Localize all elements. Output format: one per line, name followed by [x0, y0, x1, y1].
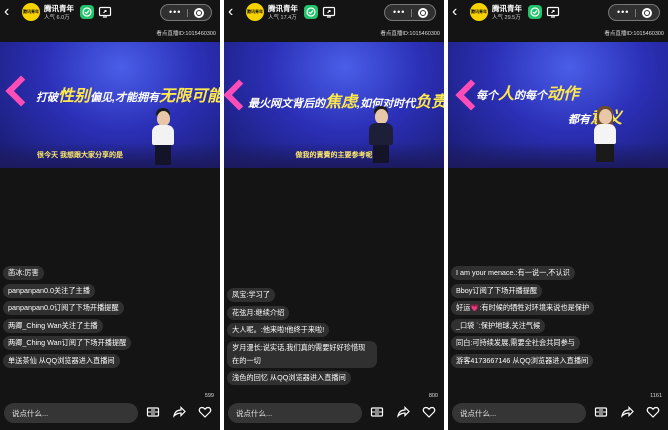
popularity-count: 人气 29.5万 [492, 15, 521, 21]
more-dots-icon[interactable]: ••• [393, 7, 405, 17]
target-close-icon[interactable] [194, 8, 204, 18]
capsule-menu: ••• [160, 4, 212, 21]
share-arrow-icon[interactable] [172, 405, 186, 419]
video-slogan-line2: 都有意义 [568, 110, 622, 127]
live-video[interactable]: 每个人的每个动作 都有意义 [448, 42, 668, 168]
chat-message[interactable]: 两卿_Ching Wan关注了主播 [3, 318, 103, 333]
video-subtitle: 做我的責費的主要参考呢 [295, 152, 373, 159]
chat-message[interactable]: 游客4173667146 从QQ浏览器进入直播间 [451, 353, 594, 368]
chat-message[interactable]: 菡冰:厉害 [3, 266, 44, 280]
capsule-menu: ••• [608, 4, 660, 21]
bottom-bar: 说点什么... [224, 400, 444, 426]
live-panel-1: ‹ 腾讯青年 腾讯青年 人气 6.0万 ••• 看点直播ID:101546030… [0, 0, 220, 430]
chat-message[interactable]: 岁月漫长:说实话,我们真的需要好好珍惜现在的一切 [227, 340, 377, 368]
popularity-count: 人气 17.4万 [268, 15, 297, 21]
coupon-icon[interactable] [594, 405, 608, 419]
stage-floor [448, 142, 668, 168]
back-arrow-icon[interactable]: ‹ [4, 4, 18, 20]
top-bar: ‹ 腾讯青年 腾讯青年 人气 6.0万 ••• [0, 0, 220, 26]
target-close-icon[interactable] [418, 8, 428, 18]
bottom-bar: 说点什么... [0, 400, 220, 426]
avatar[interactable]: 腾讯青年 [246, 3, 264, 21]
screen-share-button[interactable] [322, 5, 336, 19]
more-dots-icon[interactable]: ••• [617, 7, 629, 17]
like-count: 800 [428, 393, 438, 399]
share-arrow-icon[interactable] [396, 405, 410, 419]
top-bar: ‹ 腾讯青年 腾讯青年 人气 29.5万 ••• [448, 0, 668, 26]
live-video[interactable]: 打破性别偏见,才能拥有无限可能 很今天 我想跟大家分享的是 [0, 42, 220, 168]
capsule-menu: ••• [384, 4, 436, 21]
chat-message[interactable]: I am your menace.:有一说一,不认识 [451, 266, 575, 280]
capsule-divider [635, 9, 636, 17]
brand-mark [5, 75, 37, 107]
coupon-icon[interactable] [146, 405, 160, 419]
chat-message[interactable]: 浅色的回忆 从QQ浏览器进入直播间 [227, 371, 351, 385]
chat-list: I am your menace.:有一说一,不认识 Bboy订阅了下场开播提醒… [451, 266, 665, 371]
chat-message[interactable]: 单送茶仙 从QQ浏览器进入直播间 [3, 353, 120, 368]
follow-check-icon [306, 7, 316, 17]
heart-icon[interactable] [646, 405, 660, 419]
heart-icon[interactable] [198, 405, 212, 419]
chat-message[interactable]: 同白:可持续发展,需要全社会共同参与 [451, 336, 580, 350]
coupon-icon[interactable] [370, 405, 384, 419]
like-count: 1161 [650, 393, 662, 399]
back-arrow-icon[interactable]: ‹ [228, 4, 242, 20]
follow-check-icon [82, 7, 92, 17]
follow-button[interactable] [304, 5, 318, 19]
like-count: 599 [204, 393, 214, 399]
avatar[interactable]: 腾讯青年 [22, 3, 40, 21]
more-dots-icon[interactable]: ••• [169, 7, 181, 17]
back-arrow-icon[interactable]: ‹ [452, 4, 466, 20]
video-slogan: 打破性别偏见,才能拥有无限可能 [36, 88, 220, 105]
top-bar: ‹ 腾讯青年 腾讯青年 人气 17.4万 ••• [224, 0, 444, 26]
screen-share-button[interactable] [98, 5, 112, 19]
live-video[interactable]: 最火网文背后的焦虑,如何对时代负责 做我的責費的主要参考呢 [224, 42, 444, 168]
chat-message[interactable]: 凤宝:学习了 [227, 288, 275, 302]
chat-list: 凤宝:学习了 花弦月:继续介绍 大人呢。:他来啦!他终于来啦! 岁月漫长:说实话… [227, 288, 441, 389]
chat-message[interactable]: 花弦月:继续介绍 [227, 305, 290, 320]
room-id: 看点直播ID:1015460300 [604, 31, 664, 37]
comment-input[interactable]: 说点什么... [4, 403, 138, 423]
video-subtitle: 很今天 我想跟大家分享的是 [37, 152, 123, 159]
chat-message[interactable]: 好运💗:有时候的牺牲对环境来说也是保护 [451, 301, 595, 315]
screen-share-icon [546, 6, 560, 18]
heart-icon[interactable] [422, 405, 436, 419]
live-panel-2: ‹ 腾讯青年 腾讯青年 人气 17.4万 ••• 看点直播ID:10154603… [224, 0, 444, 430]
chat-message[interactable]: _口袋 `:保护地球,关注气候 [451, 318, 546, 333]
chat-list: 菡冰:厉害 panpanpan0.0关注了主播 panpanpan0.0订阅了下… [3, 266, 217, 371]
screen-share-icon [98, 6, 112, 18]
room-id: 看点直播ID:1015460300 [156, 31, 216, 37]
capsule-divider [187, 9, 188, 17]
comment-input[interactable]: 说点什么... [228, 403, 362, 423]
avatar[interactable]: 腾讯青年 [470, 3, 488, 21]
chat-message[interactable]: 大人呢。:他来啦!他终于来啦! [227, 323, 330, 337]
chat-message[interactable]: panpanpan0.0关注了主播 [3, 283, 95, 298]
share-arrow-icon[interactable] [620, 405, 634, 419]
screen-share-button[interactable] [546, 5, 560, 19]
follow-button[interactable] [80, 5, 94, 19]
comment-input[interactable]: 说点什么... [452, 403, 586, 423]
room-id: 看点直播ID:1015460300 [380, 31, 440, 37]
video-slogan: 最火网文背后的焦虑,如何对时代负责 [248, 94, 444, 111]
follow-check-icon [530, 7, 540, 17]
screen-share-icon [322, 6, 336, 18]
chat-message[interactable]: Bboy订阅了下场开播提醒 [451, 283, 543, 298]
chat-message[interactable]: 两卿_Ching Wan订阅了下场开播提醒 [3, 336, 132, 350]
target-close-icon[interactable] [642, 8, 652, 18]
capsule-divider [411, 9, 412, 17]
video-slogan: 每个人的每个动作 [476, 86, 580, 103]
follow-button[interactable] [528, 5, 542, 19]
popularity-count: 人气 6.0万 [44, 15, 70, 21]
chat-message[interactable]: panpanpan0.0订阅了下场开播提醒 [3, 301, 124, 315]
live-panel-3: ‹ 腾讯青年 腾讯青年 人气 29.5万 ••• 看点直播ID:10154603… [448, 0, 668, 430]
bottom-bar: 说点什么... [448, 400, 668, 426]
